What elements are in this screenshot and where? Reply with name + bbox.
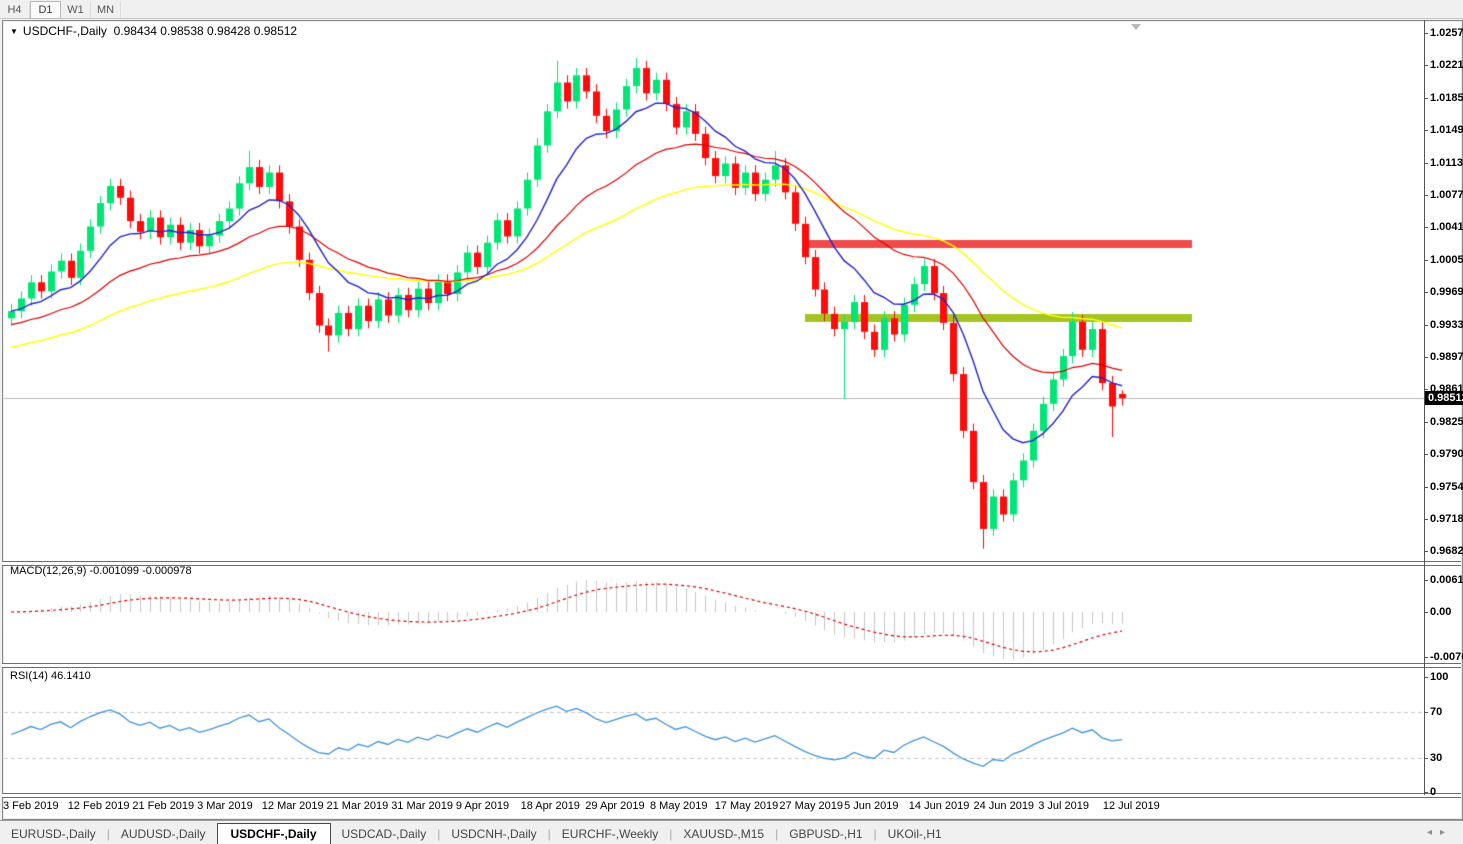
date-axis-label: 12 Mar 2019 [262, 800, 324, 812]
date-axis-label: 12 Feb 2019 [68, 800, 130, 812]
axis-tick-mark [1424, 325, 1428, 326]
symbol-tab-bar: EURUSD-,Daily|AUDUSD-,DailyUSDCHF-,Daily… [0, 820, 1463, 844]
panel-splitter[interactable] [2, 663, 1461, 668]
axis-tick-mark [1424, 195, 1428, 196]
symbol-tab-audusd[interactable]: AUDUSD-,Daily [110, 824, 217, 844]
price-axis-label: 1.00050 [1424, 254, 1463, 266]
chart-title-ohlc: 0.98434 0.98538 0.98428 0.98512 [114, 24, 298, 38]
symbol-tab-usdchf[interactable]: USDCHF-,Daily [217, 823, 331, 844]
macd-axis-label: -0.007612 [1424, 651, 1463, 663]
axis-tick-mark [1424, 712, 1428, 713]
axis-tick-mark [1424, 33, 1428, 34]
symbol-tab-usdcad[interactable]: USDCAD-,Daily [331, 824, 438, 844]
price-axis-label: 1.02210 [1424, 59, 1463, 71]
date-axis-label: 29 Apr 2019 [585, 800, 644, 812]
date-axis-label: 27 May 2019 [779, 800, 843, 812]
axis-tick-mark [1424, 227, 1428, 228]
price-axis-label: 1.01490 [1424, 124, 1463, 136]
price-axis-label: 1.00410 [1424, 221, 1463, 233]
date-axis-label: 17 May 2019 [715, 800, 779, 812]
axis-tick-mark [1424, 422, 1428, 423]
price-axis-label: 0.98970 [1424, 351, 1463, 363]
price-axis-label: 1.00770 [1424, 189, 1463, 201]
date-axis-label: 3 Feb 2019 [3, 800, 59, 812]
price-axis-label: 1.01850 [1424, 92, 1463, 104]
symbol-tab-ukoil[interactable]: UKOil-,H1 [877, 824, 953, 844]
axis-tick-mark [1424, 357, 1428, 358]
chart-title-symbol: USDCHF-,Daily [23, 24, 107, 38]
symbol-tab-usdcnh[interactable]: USDCNH-,Daily [440, 824, 547, 844]
date-axis-label: 24 Jun 2019 [974, 800, 1035, 812]
axis-tick-mark [1424, 389, 1428, 390]
timeframe-button-h4[interactable]: H4 [0, 2, 30, 18]
axis-tick-mark [1424, 612, 1428, 613]
axis-tick-mark [1424, 792, 1428, 793]
tab-scroll-right-icon[interactable]: ▸ [1440, 827, 1453, 838]
price-axis-label: 0.97180 [1424, 513, 1463, 525]
rsi-axis-label: 30 [1424, 752, 1442, 764]
date-axis-label: 5 Jun 2019 [844, 800, 898, 812]
price-axis-label: 0.97540 [1424, 481, 1463, 493]
axis-tick-mark [1424, 758, 1428, 759]
date-axis-label: 3 Jul 2019 [1038, 800, 1089, 812]
date-axis-label: 21 Mar 2019 [327, 800, 389, 812]
symbol-tab-eurchf[interactable]: EURCHF-,Weekly [551, 824, 669, 844]
price-axis-label: 0.98250 [1424, 416, 1463, 428]
panel-splitter[interactable] [2, 793, 1461, 798]
macd-axis-label: 0.00 [1424, 606, 1451, 618]
axis-tick-mark [1424, 130, 1428, 131]
candlestick-chart-canvas[interactable] [0, 0, 1463, 844]
symbol-tab-xauusd[interactable]: XAUUSD-,M15 [672, 824, 775, 844]
current-price-tag: 0.98512 [1425, 391, 1463, 405]
date-axis-label: 3 Mar 2019 [197, 800, 253, 812]
axis-tick-mark [1424, 551, 1428, 552]
symbol-tab-eurusd[interactable]: EURUSD-,Daily [0, 824, 107, 844]
axis-tick-mark [1424, 519, 1428, 520]
tab-scroll-arrows[interactable]: ◂▸ [1427, 827, 1453, 838]
axis-tick-mark [1424, 260, 1428, 261]
timeframe-toolbar: H4D1W1MN [0, 0, 1463, 19]
symbol-tab-gbpusd[interactable]: GBPUSD-,H1 [778, 824, 873, 844]
date-axis-label: 8 May 2019 [650, 800, 707, 812]
chart-title: ▼ USDCHF-,Daily 0.98434 0.98538 0.98428 0… [10, 24, 297, 38]
chevron-down-icon: ▼ [10, 27, 18, 36]
axis-tick-mark [1424, 65, 1428, 66]
timeframe-button-d1[interactable]: D1 [30, 1, 61, 19]
axis-tick-mark [1424, 292, 1428, 293]
rsi-axis-label: 0 [1424, 786, 1436, 798]
date-axis-label: 21 Feb 2019 [132, 800, 194, 812]
price-axis-label: 0.99690 [1424, 286, 1463, 298]
axis-tick-mark [1424, 580, 1428, 581]
price-axis-label: 0.97900 [1424, 448, 1463, 460]
chart-shift-marker-icon [1131, 24, 1141, 30]
axis-tick-mark [1424, 163, 1428, 164]
date-axis-label: 18 Apr 2019 [521, 800, 580, 812]
panel-splitter[interactable] [2, 561, 1461, 566]
timeframe-button-mn[interactable]: MN [91, 2, 121, 18]
price-axis-label: 0.96820 [1424, 545, 1463, 557]
rsi-panel-label: RSI(14) 46.1410 [10, 670, 91, 682]
axis-tick-mark [1424, 657, 1428, 658]
date-axis-label: 14 Jun 2019 [909, 800, 970, 812]
tab-scroll-left-icon[interactable]: ◂ [1427, 827, 1440, 838]
rsi-axis-label: 100 [1424, 671, 1448, 683]
axis-tick-mark [1424, 487, 1428, 488]
date-axis-label: 31 Mar 2019 [391, 800, 453, 812]
timeframe-button-w1[interactable]: W1 [61, 2, 91, 18]
macd-axis-label: 0.00613 [1424, 574, 1463, 586]
mt4-terminal: H4D1W1MN ▼ USDCHF-,Daily 0.98434 0.98538 … [0, 0, 1463, 844]
axis-tick-mark [1424, 677, 1428, 678]
axis-tick-mark [1424, 98, 1428, 99]
macd-panel-label: MACD(12,26,9) -0.001099 -0.000978 [10, 565, 192, 577]
date-axis-label: 9 Apr 2019 [456, 800, 509, 812]
date-axis-label: 12 Jul 2019 [1103, 800, 1160, 812]
axis-tick-mark [1424, 454, 1428, 455]
rsi-axis-label: 70 [1424, 706, 1442, 718]
price-axis-label: 1.01130 [1424, 157, 1463, 169]
price-axis-label: 1.02570 [1424, 27, 1463, 39]
price-axis-label: 0.99330 [1424, 319, 1463, 331]
